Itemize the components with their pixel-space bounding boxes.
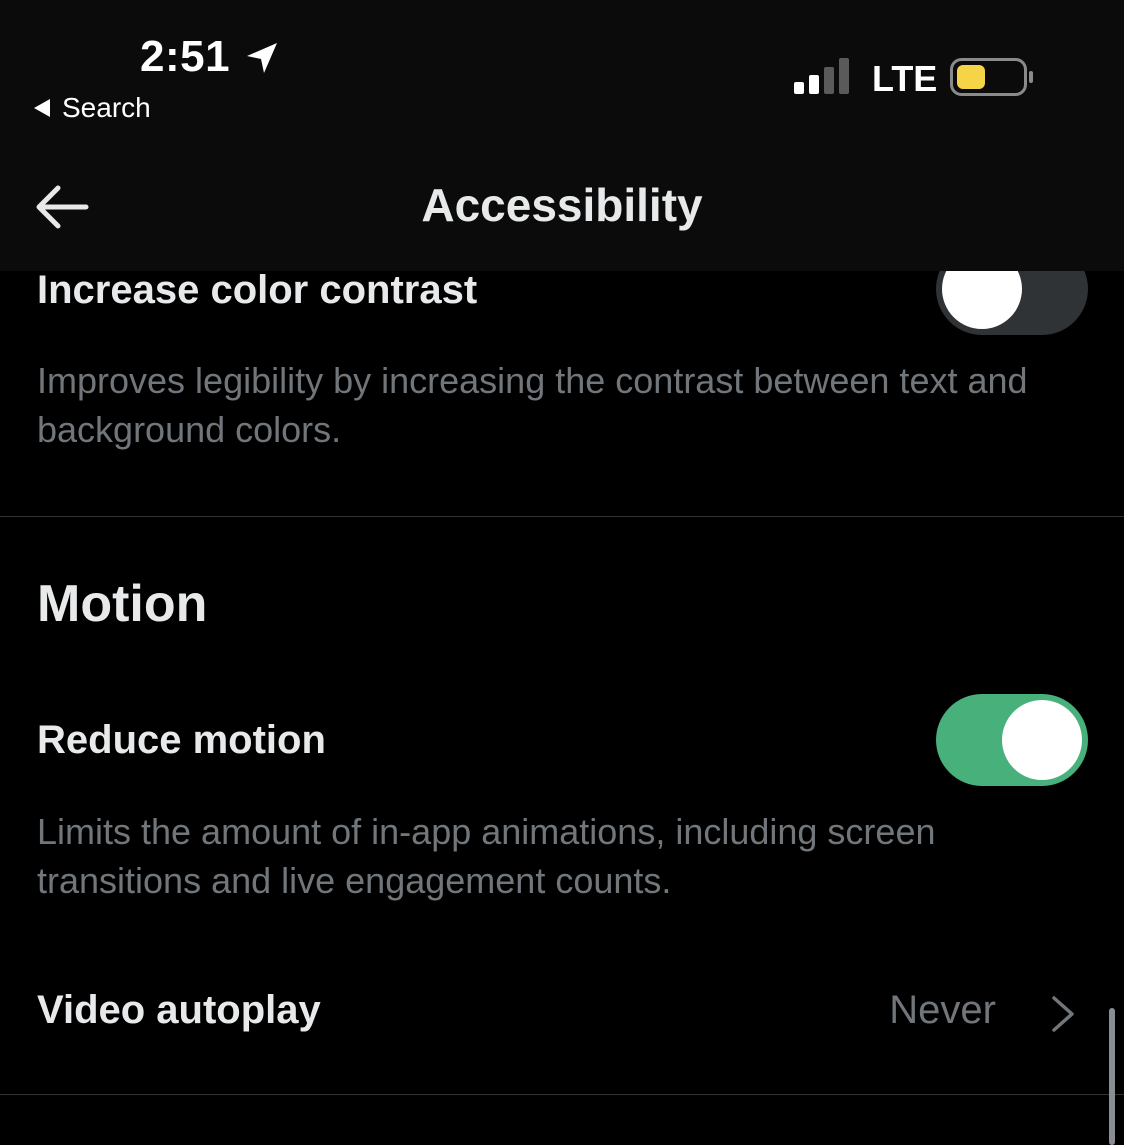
reduce-motion-toggle[interactable] xyxy=(936,694,1088,786)
status-time: 2:51 xyxy=(140,32,231,81)
scroll-indicator[interactable] xyxy=(1109,1008,1115,1145)
row-divider xyxy=(0,1094,1124,1095)
signal-bars-icon xyxy=(794,58,849,94)
reduce-motion-description: Limits the amount of in-app animations, … xyxy=(37,811,936,901)
reduce-motion-title: Reduce motion xyxy=(37,718,326,762)
back-to-app-label: Search xyxy=(62,92,151,123)
video-autoplay-value[interactable]: Never xyxy=(800,988,996,1033)
increase-contrast-title: Increase color contrast xyxy=(37,268,478,312)
back-to-app-button[interactable]: Search xyxy=(34,92,151,124)
toggle-knob xyxy=(1002,700,1082,780)
page-title: Accessibility xyxy=(421,179,703,231)
video-autoplay-title[interactable]: Video autoplay xyxy=(37,988,321,1033)
network-type: LTE xyxy=(872,58,938,99)
top-chrome: 2:51 Search LTE Accessibility xyxy=(0,0,1124,271)
increase-contrast-description: Improves legibility by increasing the co… xyxy=(37,360,1028,450)
motion-section-heading: Motion xyxy=(37,575,208,633)
back-triangle-icon xyxy=(34,99,50,117)
location-arrow-icon xyxy=(247,43,277,73)
battery-icon xyxy=(950,58,1033,96)
section-divider xyxy=(0,516,1124,517)
chevron-right-icon[interactable] xyxy=(1048,994,1078,1034)
